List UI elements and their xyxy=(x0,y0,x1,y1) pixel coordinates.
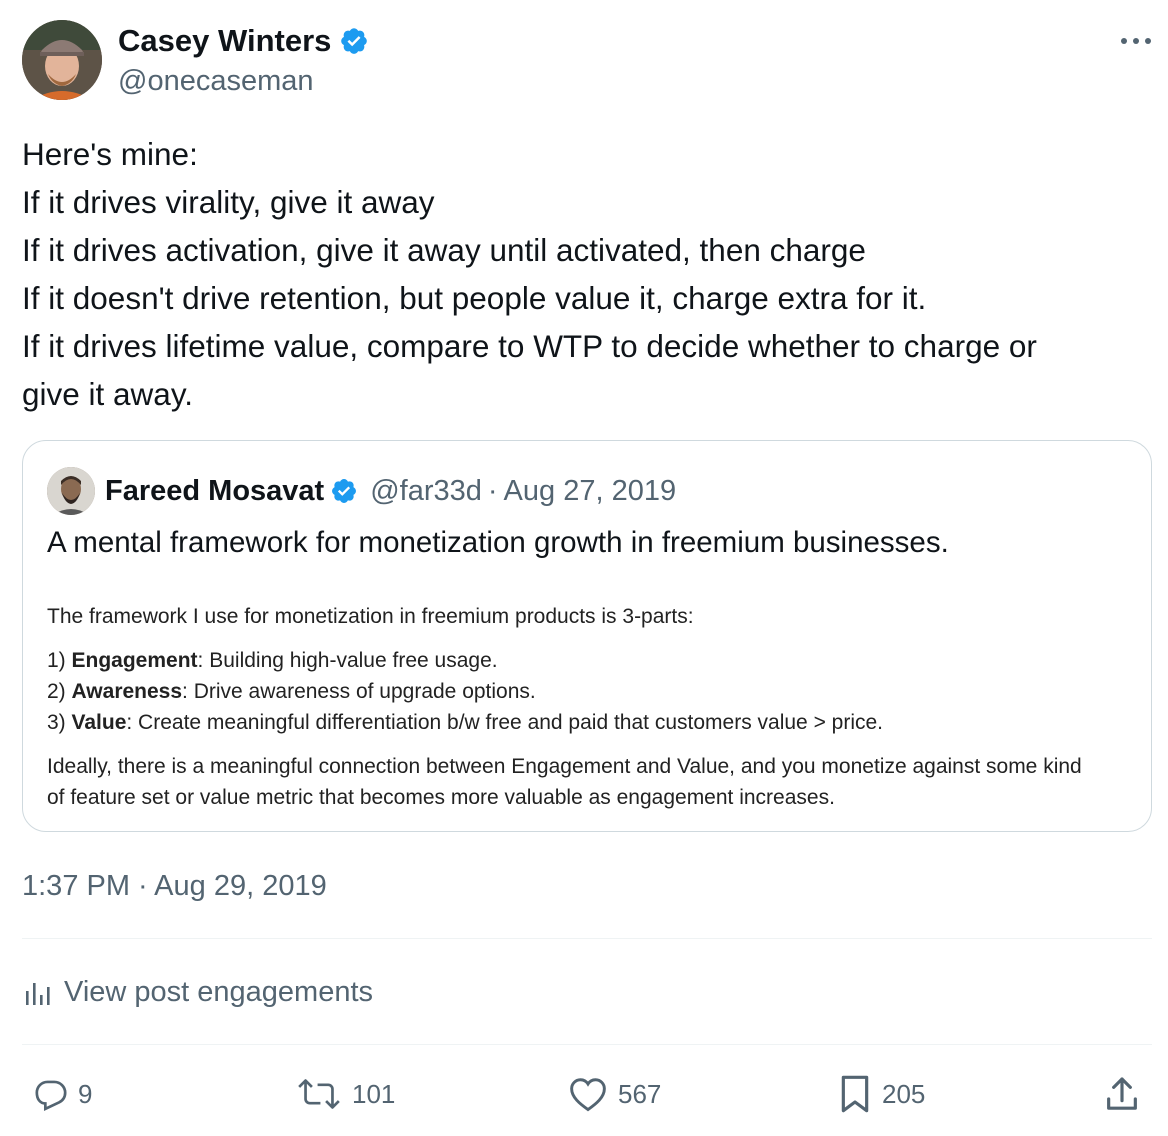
verified-badge-icon xyxy=(341,28,368,54)
image-list-item: 2) Awareness: Drive awareness of upgrade… xyxy=(47,680,536,703)
image-outro: of feature set or value metric that beco… xyxy=(47,786,835,809)
view-engagements-label[interactable]: View post engagements xyxy=(64,972,373,1012)
quoted-author-avatar[interactable] xyxy=(47,467,95,515)
divider xyxy=(22,938,1152,939)
repost-icon xyxy=(298,1079,340,1109)
bookmark-count: 205 xyxy=(882,1078,926,1109)
quoted-tweet-card[interactable]: Fareed Mosavat @far33d · Aug 27, 2019 A … xyxy=(22,440,1152,832)
divider xyxy=(22,1044,1152,1045)
repost-button[interactable]: 101 xyxy=(296,1072,395,1116)
quoted-tweet-text: A mental framework for monetization grow… xyxy=(47,526,949,559)
quoted-header: Fareed Mosavat @far33d · Aug 27, 2019 xyxy=(105,471,676,511)
author-handle[interactable]: @onecaseman xyxy=(118,62,314,100)
image-outro: Ideally, there is a meaningful connectio… xyxy=(47,755,1082,778)
quoted-text-image[interactable]: The framework I use for monetization in … xyxy=(47,601,1137,813)
author-avatar[interactable] xyxy=(22,20,102,100)
image-list-item: 1) Engagement: Building high-value free … xyxy=(47,649,498,672)
more-icon[interactable] xyxy=(1116,26,1156,56)
share-button[interactable] xyxy=(1102,1072,1142,1116)
verified-badge-icon xyxy=(332,479,357,503)
repost-count: 101 xyxy=(352,1078,396,1109)
quoted-separator: · xyxy=(487,475,498,507)
reply-icon xyxy=(35,1080,67,1111)
author-name[interactable]: Casey Winters xyxy=(118,22,369,60)
tweet-text: Here's mine: If it drives virality, give… xyxy=(22,130,1152,418)
analytics-icon xyxy=(26,983,50,1005)
tweet-line: If it drives lifetime value, compare to … xyxy=(22,328,1037,364)
image-intro: The framework I use for monetization in … xyxy=(47,605,694,628)
reply-button[interactable]: 9 xyxy=(34,1072,92,1116)
bookmark-icon xyxy=(841,1075,869,1113)
heart-icon xyxy=(570,1078,606,1112)
image-list-item: 3) Value: Create meaningful differentiat… xyxy=(47,711,884,734)
reply-count: 9 xyxy=(78,1078,93,1109)
tweet-line: give it away. xyxy=(22,376,193,412)
like-button[interactable]: 567 xyxy=(568,1072,661,1116)
tweet-line: If it drives virality, give it away xyxy=(22,184,435,220)
tweet-line: Here's mine: xyxy=(22,136,198,172)
tweet-line: If it drives activation, give it away un… xyxy=(22,232,866,268)
quoted-author-handle[interactable]: @far33d xyxy=(370,471,482,511)
quoted-date[interactable]: Aug 27, 2019 xyxy=(504,471,677,511)
like-count: 567 xyxy=(618,1078,662,1109)
tweet-line: If it doesn't drive retention, but peopl… xyxy=(22,280,927,316)
quoted-author-name[interactable]: Fareed Mosavat xyxy=(105,471,324,511)
view-engagements-link[interactable]: View post engagements xyxy=(22,972,373,1012)
author-name-text[interactable]: Casey Winters xyxy=(118,22,331,60)
bookmark-button[interactable]: 205 xyxy=(838,1072,925,1116)
share-icon xyxy=(1107,1077,1137,1110)
post-timestamp[interactable]: 1:37 PM · Aug 29, 2019 xyxy=(22,866,327,906)
